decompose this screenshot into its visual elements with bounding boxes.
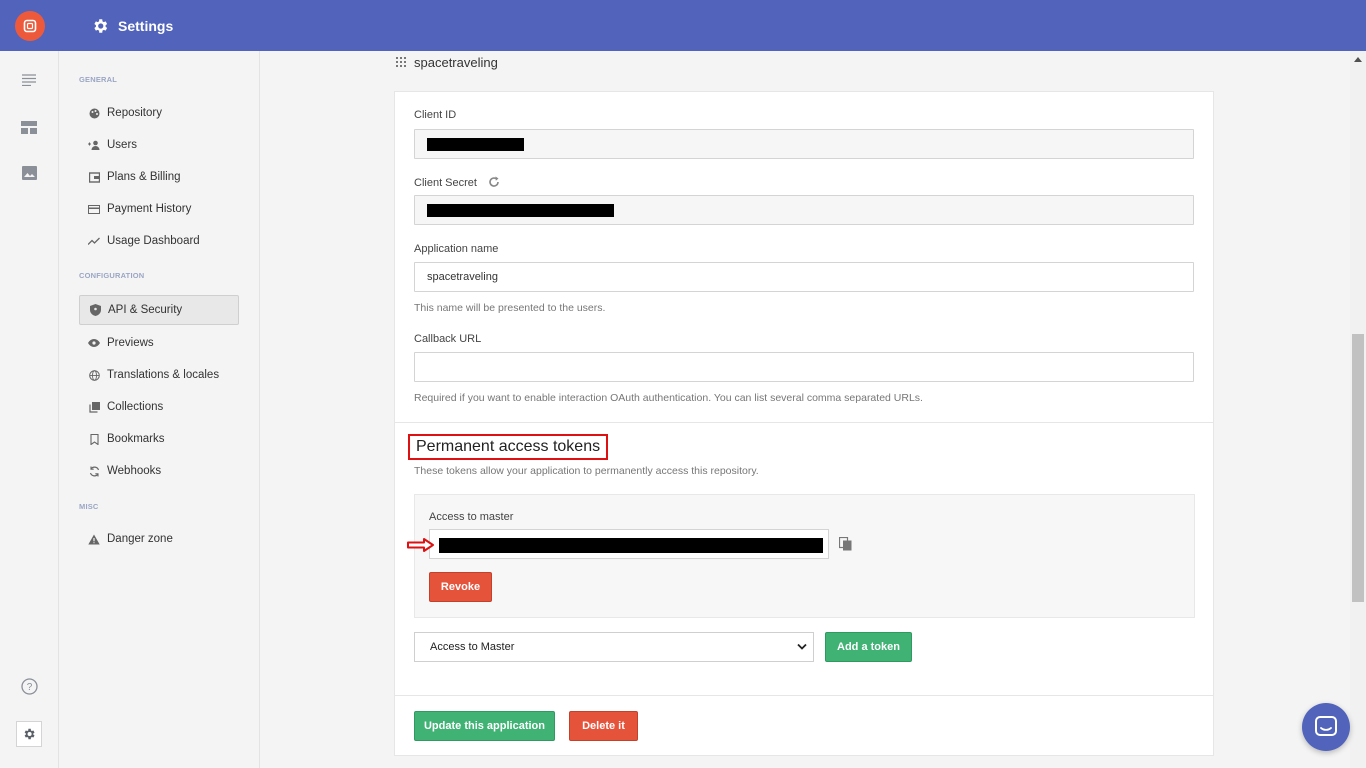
section-label-configuration: CONFIGURATION [79,271,145,280]
application-name-label: Application name [414,243,499,255]
sidebar-item-label: API & Security [108,304,183,316]
layout-icon[interactable] [20,118,38,136]
annotation-arrow-icon [407,538,434,552]
application-name: spacetraveling [414,54,498,70]
svg-text:?: ? [26,682,32,693]
sidebar-item-label: Webhooks [107,465,162,477]
sidebar-item-repository[interactable]: Repository [79,98,239,128]
client-id-field[interactable] [414,129,1194,159]
sidebar-item-usage-dashboard[interactable]: Usage Dashboard [79,226,239,256]
chat-icon [1315,716,1337,736]
shield-icon [89,304,101,316]
sidebar-item-label: Bookmarks [107,433,165,445]
redacted-client-secret [427,203,614,217]
client-secret-label: Client Secret [414,177,477,189]
eye-icon [88,337,100,349]
globe-icon [88,369,100,381]
application-card: Client ID Client Secret Application name… [394,91,1214,756]
sidebar-item-webhooks[interactable]: Webhooks [79,456,239,486]
sidebar-item-users[interactable]: Users [79,130,239,160]
logo-area [0,0,59,51]
sidebar-item-bookmarks[interactable]: Bookmarks [79,424,239,454]
application-name-input[interactable]: spacetraveling [414,262,1194,292]
chevron-down-icon [797,643,807,650]
sidebar-item-api-security[interactable]: API & Security [79,295,239,325]
palette-icon [88,107,100,119]
client-secret-field[interactable] [414,195,1194,225]
add-user-icon [88,139,100,151]
sidebar-item-translations[interactable]: Translations & locales [79,360,239,390]
revoke-button[interactable]: Revoke [429,572,492,602]
settings-sidebar: GENERAL Repository Users Plans & Billing… [59,51,260,768]
application-header: spacetraveling [396,54,498,70]
gear-icon [94,18,108,33]
wallet-icon [88,171,100,183]
refresh-icon[interactable] [488,176,500,188]
webhook-icon [88,465,100,477]
client-id-label: Client ID [414,109,457,121]
sidebar-item-label: Danger zone [107,533,173,545]
section-label-misc: MISC [79,502,99,511]
vertical-scrollbar[interactable] [1350,51,1366,768]
image-icon[interactable] [20,164,38,182]
page-title: Settings [118,17,174,34]
scrollbar-thumb[interactable] [1352,334,1364,602]
section-label-general: GENERAL [79,75,118,84]
access-level-value: Access to Master [430,641,515,653]
application-name-help: This name will be presented to the users… [414,302,606,314]
sidebar-item-label: Translations & locales [107,369,220,381]
redacted-client-id [427,137,524,151]
icon-rail: ? [0,0,59,768]
settings-button[interactable] [16,721,42,747]
help-icon[interactable]: ? [20,677,38,695]
sidebar-item-plans-billing[interactable]: Plans & Billing [79,162,239,192]
scroll-up-arrow-icon[interactable] [1354,57,1362,62]
redacted-access-token [439,538,823,553]
gear-icon [24,728,35,740]
token-panel: Access to master Revoke [407,494,1195,618]
app-logo[interactable] [14,10,45,41]
trend-icon [88,235,100,247]
top-bar: Settings [59,0,1366,51]
sidebar-item-collections[interactable]: Collections [79,392,239,422]
add-token-button[interactable]: Add a token [825,632,912,662]
client-secret-label-row: Client Secret [414,176,500,189]
sidebar-item-payment-history[interactable]: Payment History [79,194,239,224]
sidebar-item-danger-zone[interactable]: Danger zone [79,524,239,554]
list-icon[interactable] [20,71,38,89]
callback-url-help: Required if you want to enable interacti… [414,392,923,404]
update-application-button[interactable]: Update this application [414,711,555,741]
access-token-field[interactable] [429,529,829,559]
delete-application-button[interactable]: Delete it [569,711,638,741]
divider [395,695,1213,696]
main-content: spacetraveling Client ID Client Secret A… [260,51,1350,768]
sidebar-item-label: Usage Dashboard [107,235,200,247]
chat-widget-button[interactable] [1302,703,1350,751]
bookmark-icon [88,433,100,445]
sidebar-item-label: Repository [107,107,162,119]
copy-icon[interactable] [839,537,852,551]
sidebar-item-label: Collections [107,401,164,413]
callback-url-input[interactable] [414,352,1194,382]
divider [395,422,1213,423]
sidebar-item-label: Users [107,139,138,151]
warning-icon [88,533,100,545]
collections-icon [88,401,100,413]
sidebar-item-label: Plans & Billing [107,171,181,183]
credit-card-icon [88,203,100,215]
tokens-description: These tokens allow your application to p… [414,465,759,477]
permanent-tokens-title: Permanent access tokens [408,434,609,460]
access-level-select[interactable]: Access to Master [414,632,814,662]
sidebar-item-previews[interactable]: Previews [79,328,239,358]
sidebar-item-label: Payment History [107,203,192,215]
callback-url-label: Callback URL [414,333,482,345]
drag-grip-icon[interactable] [396,57,406,67]
sidebar-item-label: Previews [107,337,154,349]
access-to-master-label: Access to master [429,511,514,523]
